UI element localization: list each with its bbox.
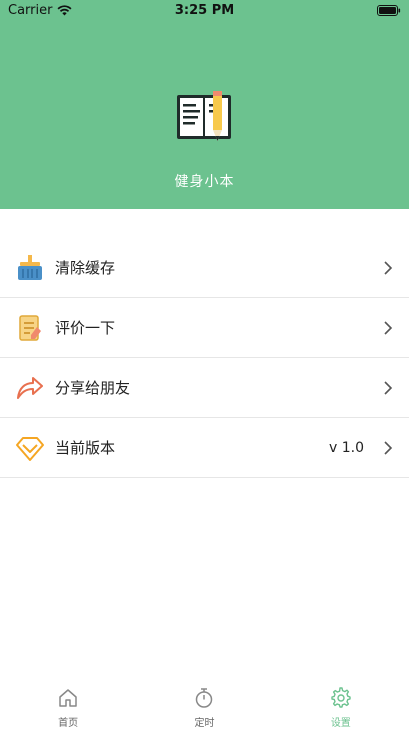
tab-label: 首页	[58, 718, 79, 729]
menu-item-label: 分享给朋友	[55, 379, 131, 397]
book-pencil-icon	[177, 91, 231, 141]
menu-item-label: 当前版本	[55, 439, 116, 457]
battery-icon	[377, 5, 401, 16]
menu-item-clear-cache[interactable]: 清除缓存	[0, 238, 409, 298]
note-icon	[19, 314, 41, 341]
app-name: 健身小本	[174, 174, 235, 190]
share-icon	[17, 376, 43, 399]
home-icon	[59, 689, 77, 707]
menu-item-rate[interactable]: 评价一下	[0, 298, 409, 358]
chevron-right-icon	[384, 260, 393, 275]
settings-menu: 清除缓存 评价一下 分享给朋友 当前版本 v 1.0	[0, 238, 409, 478]
status-time: 3:25 PM	[174, 3, 235, 18]
diamond-icon	[16, 436, 44, 461]
menu-item-label: 评价一下	[55, 319, 116, 337]
menu-item-label: 清除缓存	[55, 259, 116, 277]
tab-home[interactable]: 首页	[0, 682, 136, 731]
tab-settings[interactable]: 设置	[273, 682, 409, 731]
menu-item-share[interactable]: 分享给朋友	[0, 358, 409, 418]
tab-label: 定时	[194, 718, 215, 729]
basket-icon	[18, 254, 42, 280]
gear-icon	[331, 687, 351, 708]
status-bar: Carrier 3:25 PM	[0, 0, 409, 22]
chevron-right-icon	[384, 380, 393, 395]
version-value: v 1.0	[329, 439, 364, 456]
profile-header: Carrier 3:25 PM 健身小本	[0, 0, 409, 209]
tab-bar: 首页 定时 设置	[0, 682, 409, 731]
chevron-right-icon	[384, 320, 393, 335]
chevron-right-icon	[384, 440, 393, 455]
tab-label: 设置	[330, 718, 351, 729]
timer-icon	[196, 688, 213, 708]
tab-timer[interactable]: 定时	[136, 682, 272, 731]
menu-item-version[interactable]: 当前版本 v 1.0	[0, 418, 409, 478]
